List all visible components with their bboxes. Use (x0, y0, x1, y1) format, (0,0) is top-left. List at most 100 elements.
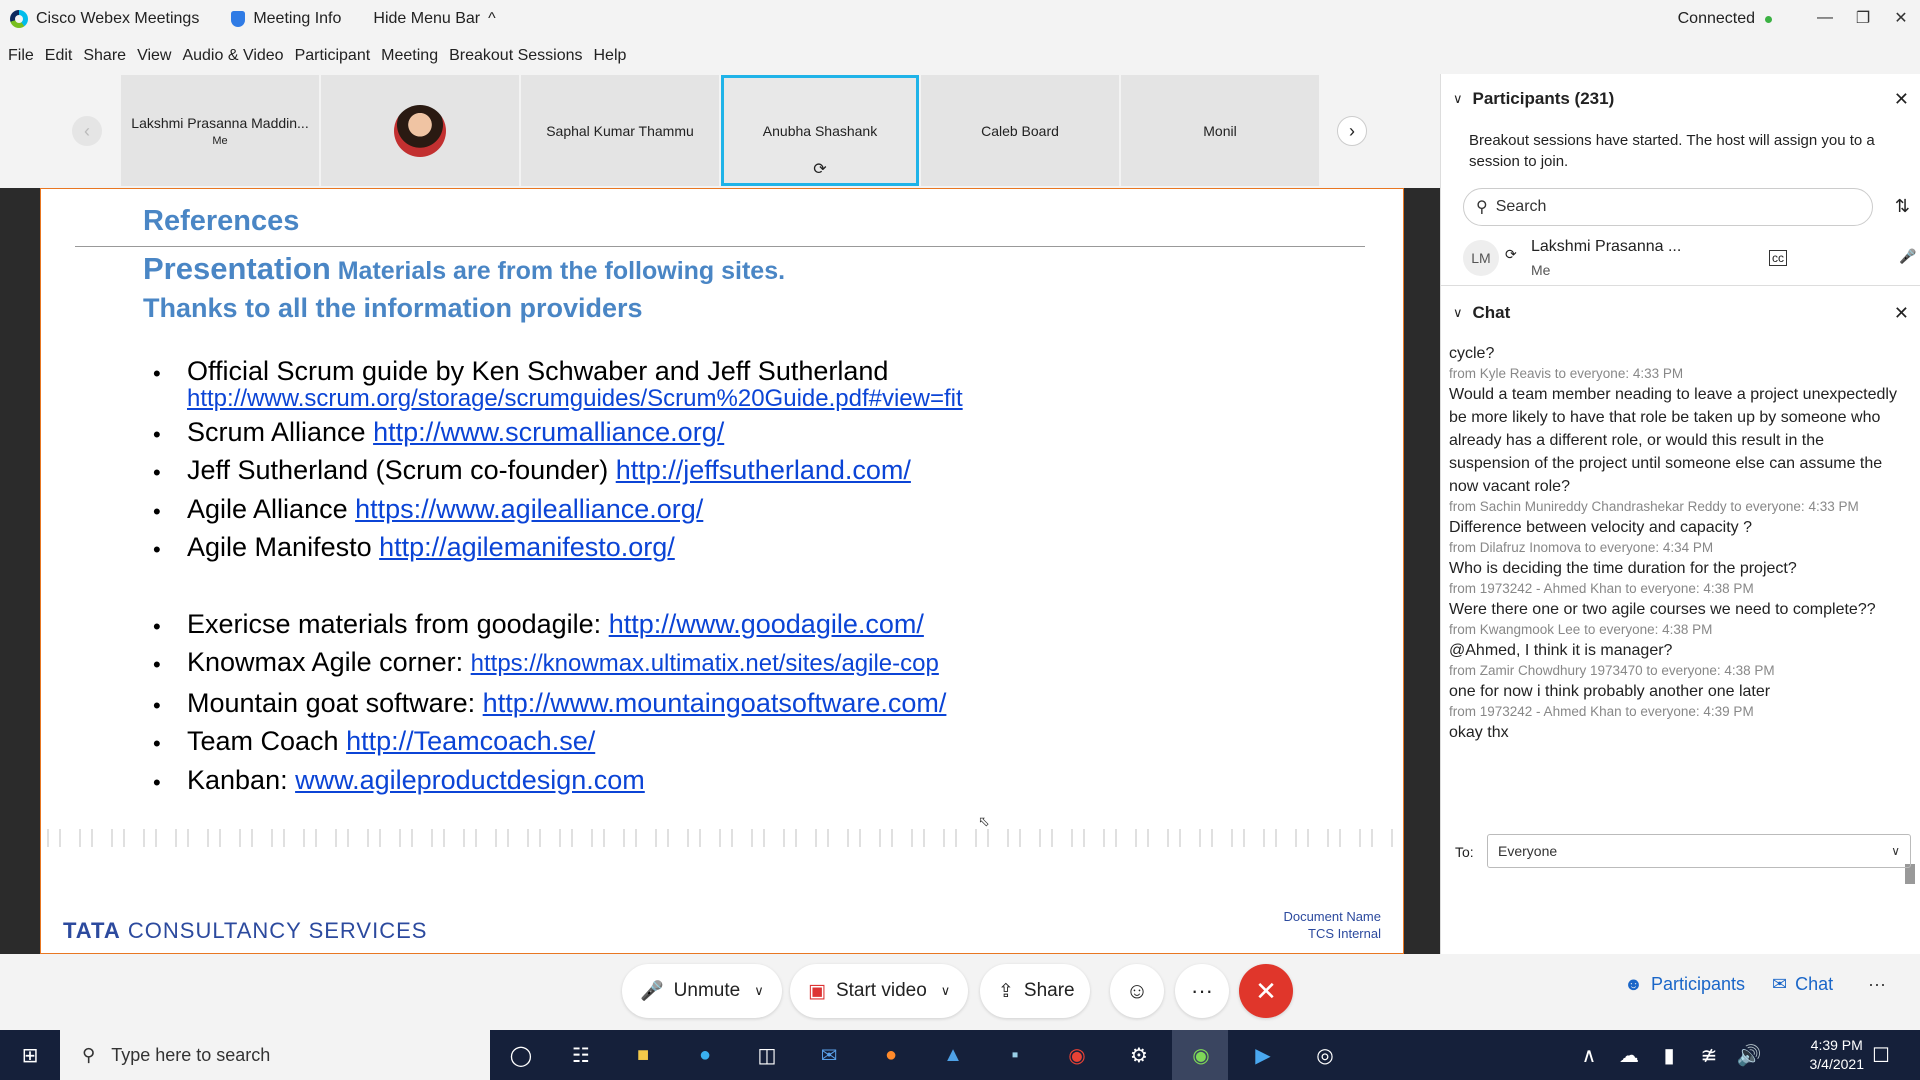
more-options-button[interactable]: ··· (1175, 964, 1229, 1018)
volume-icon[interactable]: 🔊 (1734, 1040, 1764, 1070)
sort-icon[interactable]: ⇅ (1895, 196, 1910, 217)
muted-mic-icon[interactable]: 🎤 (1899, 248, 1916, 265)
chevron-right-icon: › (1349, 120, 1355, 141)
taskbar-search-input[interactable]: ⚲ Type here to search (60, 1030, 490, 1080)
settings-gear-icon[interactable]: ⚙ (1124, 1040, 1154, 1070)
participant-photo (394, 104, 446, 157)
chat-sender: from 1973242 - Ahmed Khan to everyone: 4… (1449, 704, 1754, 719)
close-window-icon[interactable]: ✕ (1882, 0, 1920, 36)
menu-edit[interactable]: Edit (45, 47, 73, 65)
strip-next-button[interactable]: › (1337, 116, 1367, 146)
share-button[interactable]: ⇪ Share (980, 964, 1090, 1018)
chevron-down-icon[interactable]: ∨ (754, 983, 764, 999)
reactions-button[interactable]: ☺ (1110, 964, 1164, 1018)
search-icon: ⚲ (1476, 199, 1488, 216)
windows-logo-icon: ⊞ (21, 1044, 39, 1067)
unmute-button[interactable]: 🎤 Unmute ∨ (622, 964, 782, 1018)
firefox-icon[interactable]: ● (876, 1040, 906, 1070)
search-icon: ⚲ (82, 1044, 96, 1065)
reference-item: Agile Manifesto http://agilemanifesto.or… (153, 528, 963, 569)
tile-sub: Me (212, 134, 228, 147)
battery-icon[interactable]: ▮ (1654, 1040, 1684, 1070)
chat-message: one for now i think probably another one… (1449, 683, 1771, 700)
tile-name: Caleb Board (981, 122, 1059, 139)
video-tile-active-speaker[interactable]: Anubha Shashank ⟳ (721, 75, 919, 186)
webex-taskbar-icon[interactable]: ◉ (1186, 1040, 1216, 1070)
chat-message: okay thx (1449, 724, 1509, 741)
close-icon: ✕ (1255, 975, 1277, 1006)
chevron-up-icon: ^ (488, 10, 496, 27)
smiley-icon: ☺ (1125, 978, 1149, 1003)
chevron-down-icon[interactable]: ∨ (941, 983, 951, 999)
share-icon: ⇪ (998, 980, 1014, 1002)
chat-history[interactable]: cycle? from Kyle Reavis to everyone: 4:3… (1449, 342, 1899, 872)
restore-icon[interactable]: ❐ (1844, 0, 1882, 36)
menu-meeting[interactable]: Meeting (381, 47, 438, 65)
chevron-down-icon: ∨ (1891, 844, 1900, 858)
participant-search-input[interactable]: ⚲ Search (1463, 188, 1873, 226)
cortana-icon[interactable]: ◯ (506, 1040, 536, 1070)
video-tile[interactable] (321, 75, 519, 186)
task-view-icon[interactable]: ☷ (566, 1040, 596, 1070)
chat-header[interactable]: ∨ Chat ✕ (1441, 296, 1920, 330)
start-video-button[interactable]: ▣ Start video ∨ (790, 964, 968, 1018)
video-tile[interactable]: Saphal Kumar Thammu (521, 75, 719, 186)
window-controls: — ❐ ✕ (1806, 0, 1920, 36)
reference-link: https://knowmax.ultimatix.net/sites/agil… (470, 650, 939, 677)
reference-item: Scrum Alliance http://www.scrumalliance.… (153, 413, 963, 453)
person-icon: ☻ (1624, 974, 1643, 994)
chat-scrollbar[interactable] (1904, 344, 1915, 884)
meeting-info-button[interactable]: Meeting Info (231, 10, 341, 28)
menu-breakout-sessions[interactable]: Breakout Sessions (449, 47, 582, 65)
slide-decorative-pattern (41, 829, 1403, 847)
chevron-down-icon[interactable]: ∨ (1453, 305, 1463, 321)
tile-name: Anubha Shashank (762, 122, 878, 139)
onedrive-icon[interactable]: ☁ (1614, 1040, 1644, 1070)
menu-file[interactable]: File (8, 47, 34, 65)
participant-row[interactable]: LM ⟳ Lakshmi Prasanna ... Me cc 🎤 (1463, 234, 1916, 284)
menu-share[interactable]: Share (83, 47, 126, 65)
menu-help[interactable]: Help (594, 47, 627, 65)
chat-panel-button[interactable]: ✉ Chat (1772, 974, 1833, 995)
windows-start-button[interactable]: ⊞ (0, 1030, 60, 1080)
panel-more-button[interactable]: ··· (1868, 974, 1886, 995)
webex-logo-icon (10, 10, 28, 28)
title-bar: Cisco Webex Meetings Meeting Info Hide M… (0, 0, 1920, 38)
mail-icon[interactable]: ✉ (814, 1040, 844, 1070)
webex-meetings-taskbar-icon[interactable]: ▶ (1248, 1040, 1278, 1070)
app-icon[interactable]: ▪ (1000, 1040, 1030, 1070)
chevron-down-icon[interactable]: ∨ (1453, 91, 1463, 107)
reference-link: http://agilemanifesto.org/ (379, 532, 675, 562)
muted-mic-icon: 🎤 (640, 981, 664, 1002)
participants-header[interactable]: ∨ Participants (231) ✕ (1441, 82, 1920, 116)
close-participants-icon[interactable]: ✕ (1894, 89, 1909, 110)
menu-audio-video[interactable]: Audio & Video (182, 47, 283, 65)
strip-prev-button[interactable]: ‹ (72, 116, 102, 146)
chat-bubble-icon: ✉ (1772, 974, 1788, 994)
participants-panel-button[interactable]: ☻ Participants (1624, 974, 1745, 995)
edge-icon[interactable]: ● (690, 1040, 720, 1070)
menu-participant[interactable]: Participant (295, 47, 371, 65)
menu-view[interactable]: View (137, 47, 171, 65)
chat-recipient-select[interactable]: Everyone ∨ (1487, 834, 1911, 868)
document-footer: Document Name TCS Internal (1283, 909, 1381, 941)
minimize-icon[interactable]: — (1806, 0, 1844, 36)
reference-link: www.agileproductdesign.com (295, 764, 645, 795)
video-tile[interactable]: Monil (1121, 75, 1319, 186)
leave-meeting-button[interactable]: ✕ (1239, 964, 1293, 1018)
reference-link: http://jeffsutherland.com/ (615, 455, 911, 485)
video-tile[interactable]: Caleb Board (921, 75, 1119, 186)
taskbar-clock[interactable]: 4:39 PM 3/4/2021 (1810, 1036, 1865, 1074)
obs-icon[interactable]: ◎ (1310, 1040, 1340, 1070)
app-title: Cisco Webex Meetings (10, 10, 199, 28)
hide-menu-bar-button[interactable]: Hide Menu Bar ^ (373, 10, 495, 28)
photos-icon[interactable]: ▲ (938, 1040, 968, 1070)
wifi-icon[interactable]: ≇ (1694, 1040, 1724, 1070)
video-tile[interactable]: Lakshmi Prasanna Maddin... Me (121, 75, 319, 186)
close-chat-icon[interactable]: ✕ (1894, 303, 1909, 324)
notifications-icon[interactable]: ☐ (1866, 1040, 1896, 1070)
file-explorer-icon[interactable]: ■ (628, 1040, 658, 1070)
tray-chevron-up-icon[interactable]: ∧ (1574, 1040, 1604, 1070)
chrome-icon[interactable]: ◉ (1062, 1040, 1092, 1070)
store-icon[interactable]: ◫ (752, 1040, 782, 1070)
